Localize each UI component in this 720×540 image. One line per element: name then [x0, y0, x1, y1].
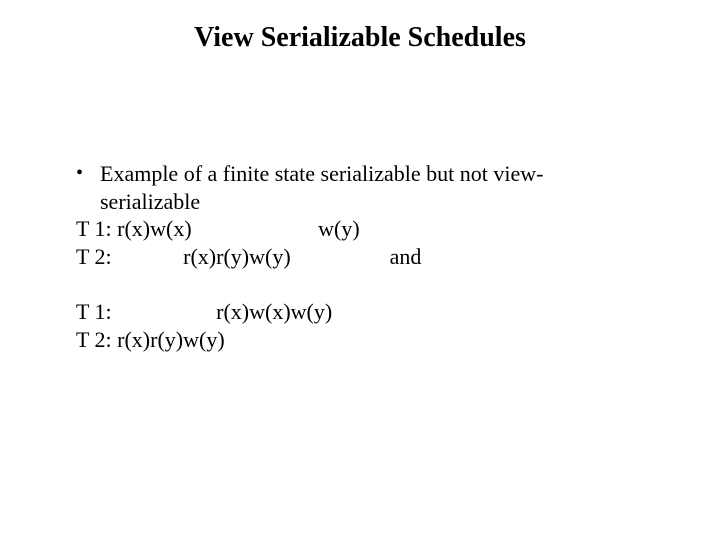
schedule-2: T 1: r(x)w(x)w(y) T 2: r(x)r(y)w(y) [76, 298, 636, 353]
schedule-2-line-1: T 1: r(x)w(x)w(y) [76, 298, 636, 326]
slide-body: • Example of a finite state serializable… [76, 160, 636, 353]
schedule-1-line-1: T 1: r(x)w(x) w(y) [76, 215, 636, 243]
slide-title: View Serializable Schedules [0, 22, 720, 54]
bullet-item: • Example of a finite state serializable… [76, 160, 636, 215]
slide: View Serializable Schedules • Example of… [0, 0, 720, 540]
schedule-2-line-2: T 2: r(x)r(y)w(y) [76, 326, 636, 354]
bullet-marker: • [76, 160, 100, 187]
bullet-text: Example of a finite state serializable b… [100, 160, 636, 215]
schedule-1-line-2: T 2: r(x)r(y)w(y) and [76, 243, 636, 271]
